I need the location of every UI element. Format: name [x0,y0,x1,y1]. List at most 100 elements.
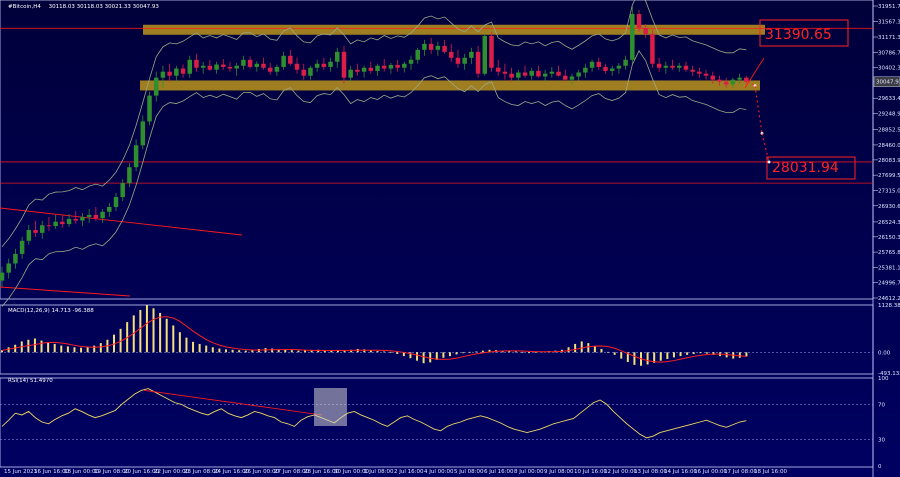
x-tick-label: 10 Jul 16:00 [574,469,607,475]
bearish-candle [536,70,541,77]
trading-chart-window: 1128.380.00-493.132 10070300 #Bitcoin,H4… [0,0,900,477]
macd-bar [455,352,458,355]
bullish-candle [187,59,193,74]
bearish-candle [562,75,568,80]
bearish-candle [93,214,99,219]
bullish-candle [0,272,5,281]
macd-bar [93,345,96,353]
bearish-candle [46,225,52,227]
bullish-candle [241,59,246,66]
x-tick-label: 9 Jul 08:00 [544,469,574,475]
bullish-candle [361,67,367,72]
bullish-candle [6,263,11,273]
bearish-candle [522,72,528,76]
bullish-candle [469,51,474,58]
bullish-candle [462,57,467,64]
macd-bar [198,343,201,353]
bearish-candle [73,218,79,221]
price-tick-label: 25765.80 [878,250,900,256]
bullish-candle [107,206,112,212]
macd-bar [613,352,616,355]
macd-bar [593,346,596,353]
bearish-candle [723,81,729,85]
macd-bar [580,341,583,353]
bullish-candle [482,35,488,74]
bullish-candle [529,70,534,76]
bearish-candle [650,33,655,64]
bullish-candle [66,218,72,225]
macd-bar [238,350,241,353]
bullish-candle [234,65,239,69]
macd-bar [86,346,89,353]
macd-bar [178,332,181,353]
macd-bar [152,308,155,353]
bullish-candle [80,216,85,221]
macd-bar [396,352,399,354]
bearish-candle [261,63,266,68]
bullish-candle [133,145,139,168]
projection-point [767,160,771,164]
bearish-candle [643,27,648,34]
macd-bar [376,351,379,353]
bearish-candle [656,63,662,68]
macd-bar [389,351,392,353]
macd-bar [521,351,524,353]
bullish-candle [616,65,622,69]
bullish-candle [254,63,260,67]
bullish-candle [39,225,45,233]
bearish-candle [502,71,508,74]
macd-bar [53,343,56,353]
bearish-candle [221,64,226,67]
bearish-candle [368,67,374,71]
macd-tick-label: 0.00 [878,350,891,356]
rsi-highlight-box [314,388,347,426]
bearish-candle [288,55,293,64]
bullish-candle [663,65,669,68]
bullish-candle [402,63,407,68]
bullish-candle [576,72,581,77]
rsi-tick-label: 30 [878,438,885,444]
price-tick-label: 31951.75 [878,4,900,10]
ohlc-values: 30118.03 30118.03 30021.33 30047.93 [49,4,160,10]
macd-bar [429,352,432,363]
bullish-candle [100,211,105,219]
bearish-candle [267,67,273,72]
bullish-candle [19,240,25,254]
macd-bar [172,325,175,353]
bullish-candle [314,63,320,68]
macd-bar [33,338,36,353]
price-tick-label: 28852.50 [878,127,900,133]
bearish-candle [180,68,186,74]
price-tick-label: 29248.95 [878,112,900,118]
macd-bar [462,352,465,354]
x-tick-label: 13 Jul 08:00 [634,469,667,475]
x-tick-label: 18 Jul 16:00 [754,469,787,475]
bearish-candle [301,69,306,76]
chart-canvas[interactable]: 1128.380.00-493.132 10070300 #Bitcoin,H4… [0,0,900,477]
bullish-candle [86,214,92,217]
macd-bar [192,341,195,353]
macd-bar [297,350,300,353]
macd-bar [528,352,531,354]
bearish-candle [697,71,702,74]
bearish-candle [556,71,561,76]
price-tick-label: 29633.40 [878,96,900,102]
bearish-candle [428,43,434,50]
macd-bar [646,352,649,365]
x-tick-label: 1 Jul 08:00 [364,469,394,475]
rsi-title: RSI(14) 51.4970 [8,378,53,384]
bearish-candle [717,79,722,82]
bullish-candle [435,45,441,50]
resistance-zone [143,24,765,35]
bullish-candle [676,65,682,68]
bearish-candle [442,45,447,52]
bearish-candle [449,51,454,58]
macd-bar [448,352,451,357]
bearish-candle [636,14,642,28]
x-tick-label: 12 Jul 00:00 [604,469,637,475]
bullish-candle [609,68,615,71]
x-tick-label: 15 Jun 2023 [4,469,38,475]
price-tick-label: 27699.50 [878,173,900,179]
price-tick-label: 26524.30 [878,220,900,226]
macd-bar [383,351,386,353]
